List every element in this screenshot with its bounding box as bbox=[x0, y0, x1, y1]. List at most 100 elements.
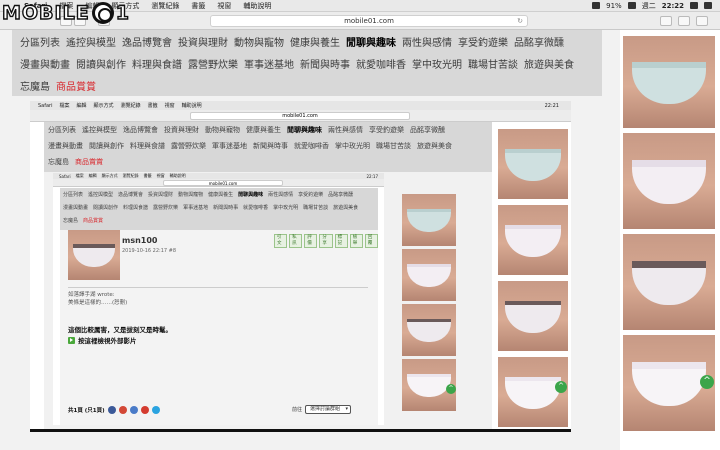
nav-link[interactable]: 投資與理財 bbox=[178, 34, 234, 49]
nested-nav-link-highlight: 商品賞賞 bbox=[75, 158, 103, 166]
post-quote: 如落譯手湖 wrote: 美條是這樣的……(恕刪) bbox=[68, 287, 368, 309]
menubar-clock[interactable]: 22:22 bbox=[662, 2, 684, 10]
nav-link[interactable]: 逸品博覽會 bbox=[122, 34, 178, 49]
tabs-button[interactable] bbox=[678, 16, 690, 26]
nested-photo bbox=[498, 281, 568, 351]
photo-thumbnail[interactable] bbox=[623, 133, 715, 229]
inner-nav-link: 職場甘苦談 bbox=[303, 205, 329, 211]
nav-link[interactable]: 品酩享微醺 bbox=[514, 34, 570, 49]
category-row-2: 漫畫與動畫 閱讀與創作 料理與食譜 露營野炊樂 軍事迷基地 新聞與時事 就愛咖啡… bbox=[12, 52, 602, 74]
scroll-top-button[interactable]: ^ bbox=[700, 375, 714, 389]
inner-nav-link: 品酩享微醺 bbox=[328, 192, 354, 198]
forum-jump-select: 選擇討論群組 bbox=[305, 405, 352, 414]
battery-icon[interactable] bbox=[627, 2, 636, 9]
nested-toolbar: mobile01.com bbox=[30, 110, 571, 122]
nested-nav-link: 軍事迷基地 bbox=[212, 142, 247, 150]
tag-share-button: 分享 bbox=[319, 234, 333, 248]
tag-reply-button: 回覆 bbox=[364, 234, 378, 248]
nested-menubar: Safari 檔案 編輯 顯示方式 瀏覽紀錄 書籤 視窗 輔助說明 22:21 bbox=[30, 101, 571, 110]
inner-nav-link: 忘魔島 bbox=[63, 218, 79, 224]
tag-rate-button: 評價 bbox=[304, 234, 318, 248]
tag-message-button: 私訊 bbox=[289, 234, 303, 248]
nested-nav-link: 露營野炊樂 bbox=[171, 142, 206, 150]
nav-link[interactable]: 分區列表 bbox=[20, 34, 66, 49]
nested-nav-link: 掌中玫光明 bbox=[335, 142, 370, 150]
play-icon bbox=[68, 336, 75, 344]
nested-nav-link: 忘魔島 bbox=[48, 158, 69, 166]
nav-link[interactable]: 兩性與感情 bbox=[402, 34, 458, 49]
weibo-icon bbox=[140, 406, 149, 414]
nested-nav-link: 職場甘苦談 bbox=[376, 142, 411, 150]
nested-nav-link: 閱讀與創作 bbox=[89, 142, 124, 150]
nav-link[interactable]: 動物與寵物 bbox=[234, 34, 290, 49]
reload-icon[interactable]: ↻ bbox=[517, 16, 523, 27]
nav-link[interactable]: 掌中玫光明 bbox=[412, 56, 468, 71]
nested-menu-item: 視窗 bbox=[164, 103, 175, 109]
menu-help[interactable]: 輔助說明 bbox=[237, 1, 277, 11]
search-icon[interactable] bbox=[690, 2, 698, 9]
nested-nav-link: 遙控與模型 bbox=[82, 126, 117, 134]
nested-nav-link: 逸品博覽會 bbox=[123, 126, 158, 134]
nested-menu-app: Safari bbox=[38, 102, 53, 109]
category-nav: 分區列表 遙控與模型 逸品博覽會 投資與理財 動物與寵物 健康與養生 閒聊與趣味… bbox=[12, 30, 602, 96]
quote-text: 美條是這樣的……(恕刪) bbox=[68, 300, 128, 306]
inner-nav-link: 逸品博覽會 bbox=[118, 192, 144, 198]
nav-link[interactable]: 忘魔島 bbox=[20, 78, 56, 93]
photo-thumbnail[interactable] bbox=[623, 234, 715, 330]
nav-link[interactable]: 享受釣遊樂 bbox=[458, 34, 514, 49]
photo-thumbnail[interactable] bbox=[623, 36, 715, 128]
nav-link[interactable]: 閱讀與創作 bbox=[76, 56, 132, 71]
inner-photo bbox=[402, 304, 456, 356]
inner-clock: 22:17 bbox=[366, 173, 378, 179]
twitter-icon bbox=[151, 406, 160, 414]
nav-link-highlight[interactable]: 商品賞賞 bbox=[56, 78, 102, 93]
post-content: msn100 2019-10-16 22:17 #8 引文 私訊 評價 分享 標… bbox=[60, 230, 378, 425]
inner-address-bar: mobile01.com bbox=[163, 180, 283, 186]
nav-link[interactable]: 料理與食譜 bbox=[132, 56, 188, 71]
inner-nav-link: 分區列表 bbox=[63, 192, 84, 198]
menu-bookmarks[interactable]: 書籤 bbox=[185, 1, 211, 11]
nav-link-active[interactable]: 閒聊與趣味 bbox=[346, 34, 402, 49]
nested-nav-link: 就愛咖啡香 bbox=[294, 142, 329, 150]
new-tab-button[interactable] bbox=[696, 16, 708, 26]
external-video-label: 按這裡檢視外部影片 bbox=[78, 337, 137, 345]
inner-nav-link: 軍事迷基地 bbox=[183, 205, 209, 211]
nested-nav-link-active: 閒聊與趣味 bbox=[287, 126, 322, 134]
nav-link[interactable]: 軍事迷基地 bbox=[244, 56, 300, 71]
nested-menu-item: 書籤 bbox=[147, 103, 158, 109]
nav-link[interactable]: 旅遊與美食 bbox=[524, 56, 580, 71]
nested-nav-link: 漫畫與動畫 bbox=[48, 142, 83, 150]
inner-screenshot: Safari 檔案 編輯 顯示方式 瀏覽紀錄 書籤 視窗 輔助說明 22:17 … bbox=[53, 173, 384, 425]
nav-link[interactable]: 健康與養生 bbox=[290, 34, 346, 49]
inner-nav-link: 露營野炊樂 bbox=[153, 205, 179, 211]
address-bar[interactable]: mobile01.com ↻ bbox=[210, 15, 528, 27]
inner-nav-link: 遙控與模型 bbox=[88, 192, 114, 198]
nested-menu-item: 顯示方式 bbox=[93, 103, 114, 109]
nav-link[interactable]: 職場甘苦談 bbox=[468, 56, 524, 71]
nav-link[interactable]: 遙控與模型 bbox=[66, 34, 122, 49]
category-row-1: 分區列表 遙控與模型 逸品博覽會 投資與理財 動物與寵物 健康與養生 閒聊與趣味… bbox=[12, 30, 602, 52]
nested-menu-item: 瀏覽紀錄 bbox=[120, 103, 141, 109]
wifi-icon[interactable] bbox=[592, 2, 601, 9]
category-row-3: 忘魔島 商品賞賞 bbox=[12, 74, 602, 96]
menu-window[interactable]: 視窗 bbox=[211, 1, 237, 11]
nav-link[interactable]: 就愛咖啡香 bbox=[356, 56, 412, 71]
google-plus-icon bbox=[118, 406, 127, 414]
nested-nav-link: 料理與食譜 bbox=[130, 142, 165, 150]
nested-photo bbox=[498, 129, 568, 199]
share-button[interactable] bbox=[660, 16, 672, 26]
battery-percent[interactable]: 91% bbox=[606, 2, 622, 10]
nav-link[interactable]: 露營野炊樂 bbox=[188, 56, 244, 71]
nav-link[interactable]: 新聞與時事 bbox=[300, 56, 356, 71]
menu-history[interactable]: 瀏覽紀錄 bbox=[145, 1, 185, 11]
pager: 共1頁 (只1頁) bbox=[68, 406, 160, 414]
nav-link[interactable]: 漫畫與動畫 bbox=[20, 56, 76, 71]
tag-mark-button: 標記 bbox=[334, 234, 348, 248]
nested-nav-link: 投資與理財 bbox=[164, 126, 199, 134]
inner-category-nav: 分區列表 遙控與模型 逸品博覽會 投資與理財 動物與寵物 健康與養生 閒聊與趣味… bbox=[60, 188, 378, 230]
inner-nav-link: 兩性與感情 bbox=[268, 192, 294, 198]
inner-nav-link: 就愛咖啡香 bbox=[243, 205, 269, 211]
menu-list-icon[interactable] bbox=[704, 2, 712, 9]
post-actions: 引文 私訊 評價 分享 標記 檢舉 回覆 bbox=[274, 234, 378, 248]
inner-photo bbox=[402, 249, 456, 301]
